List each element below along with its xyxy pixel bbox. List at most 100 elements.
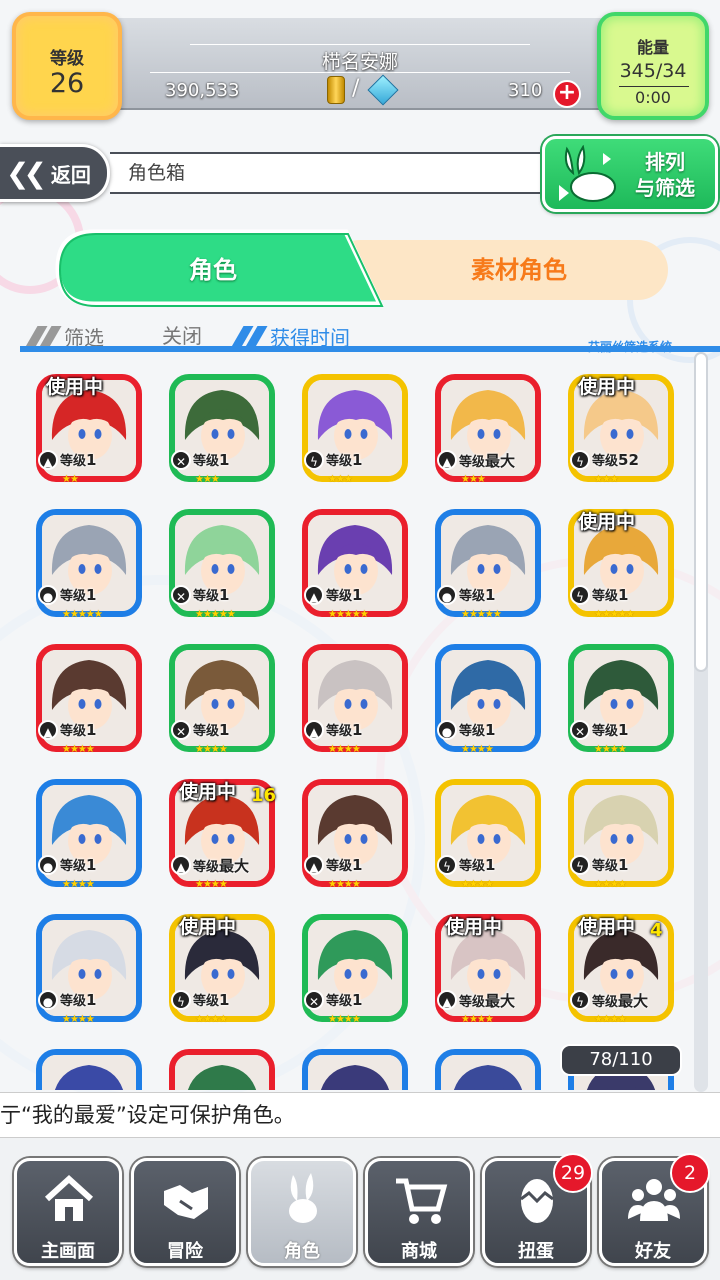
card-level: 等级最大	[592, 992, 649, 1010]
rarity-stars: ★★★★	[62, 744, 95, 755]
rarity-stars: ★★★★★	[328, 609, 369, 620]
character-card[interactable]: ● 等级1 ★★★★	[30, 775, 146, 895]
gem-count: 310	[508, 80, 543, 101]
character-card[interactable]: ϟ 等级1 ★★★★	[429, 775, 545, 895]
add-gems-button[interactable]: +	[553, 80, 581, 108]
character-card[interactable]: ▲ 等级最大 ★★★★ 使用中	[429, 910, 545, 1030]
nav-cart-button[interactable]: 商城	[365, 1158, 473, 1266]
water-element-icon: ●	[38, 990, 58, 1010]
fire-element-icon: ▲	[171, 855, 191, 875]
card-level: 等级1	[60, 856, 97, 874]
scroll-thumb[interactable]	[694, 352, 708, 672]
card-level: 等级1	[193, 991, 230, 1009]
sort-filter-button[interactable]: 排列 与筛选	[542, 136, 718, 212]
notification-badge: 2	[670, 1153, 710, 1193]
character-card[interactable]: ✕ 等级1 ★★★★★	[163, 505, 279, 625]
character-card[interactable]: ϟ 等级52 ★★★ 使用中	[562, 370, 678, 490]
sort-filter-label: 排列 与筛选	[617, 149, 713, 201]
card-level: 等级1	[459, 856, 496, 874]
character-card[interactable]: ● 等级1 ★★★★★	[429, 505, 545, 625]
character-card[interactable]: ✕ 等级1 ★★★★	[163, 640, 279, 760]
fire-element-icon: ▲	[437, 450, 457, 470]
character-card[interactable]	[30, 1045, 146, 1090]
thunder-element-icon: ϟ	[570, 585, 590, 605]
character-card[interactable]: ▲ 等级1 ★★★★	[296, 775, 412, 895]
rarity-stars: ★★★★	[328, 1014, 361, 1025]
water-element-icon: ●	[437, 585, 457, 605]
card-level: 等级最大	[193, 857, 250, 875]
rarity-stars: ★★★★	[461, 744, 494, 755]
character-card[interactable]: ▲ 等级最大 ★★★★ 使用中 16	[163, 775, 279, 895]
sort-filter-line1: 排列	[645, 150, 685, 174]
tab-characters[interactable]: 角色	[58, 240, 368, 300]
character-card[interactable]: ▲ 等级最大 ★★★	[429, 370, 545, 490]
card-level: 等级1	[193, 721, 230, 739]
card-frame	[302, 1049, 408, 1090]
card-badge-number: 16	[251, 785, 277, 806]
character-card[interactable]: ● 等级1 ★★★★	[30, 910, 146, 1030]
wind-element-icon: ✕	[171, 450, 191, 470]
card-frame	[435, 1049, 541, 1090]
breadcrumb: 角色箱	[110, 152, 556, 194]
player-name: 栉名安娜	[321, 51, 398, 73]
character-card[interactable]: ϟ 等级1 ★★★★★ 使用中	[562, 505, 678, 625]
character-card[interactable]: ✕ 等级1 ★★★★	[562, 640, 678, 760]
water-element-icon: ●	[437, 720, 457, 740]
character-card[interactable]: ϟ 等级1 ★★★★	[562, 775, 678, 895]
scrollbar[interactable]	[694, 352, 708, 1092]
nav-egg-button[interactable]: 扭蛋 29	[482, 1153, 593, 1266]
character-card[interactable]: ϟ 等级1 ★★★	[296, 370, 412, 490]
card-level: 等级1	[592, 856, 629, 874]
character-card[interactable]: ● 等级1 ★★★★★	[30, 505, 146, 625]
card-level: 等级1	[326, 991, 363, 1009]
tip-ticker: 亍“我的最爱”设定可保护角色。	[0, 1092, 720, 1138]
character-card[interactable]: ▲ 等级1 ★★★★	[296, 640, 412, 760]
character-card[interactable]: ▲ 等级1 ★★★★	[30, 640, 146, 760]
character-card[interactable]: ϟ 等级1 ★★★★ 使用中	[163, 910, 279, 1030]
card-level: 等级1	[326, 586, 363, 604]
character-card[interactable]: ✕ 等级1 ★★★	[163, 370, 279, 490]
bottom-navigation: 主画面 冒险 角色 商城 扭蛋 29 好友 2	[0, 1138, 720, 1280]
character-card[interactable]: ✕ 等级1 ★★★★	[296, 910, 412, 1030]
in-use-label: 使用中	[179, 781, 237, 803]
character-card[interactable]: ▲ 等级1 ★★ 使用中	[30, 370, 146, 490]
fire-element-icon: ▲	[304, 720, 324, 740]
character-card[interactable]	[429, 1045, 545, 1090]
nav-friends-button[interactable]: 好友 2	[599, 1153, 710, 1266]
back-button[interactable]: ❮❮ 返回	[0, 144, 110, 202]
divider	[619, 86, 689, 87]
rarity-stars: ★★★★★	[461, 609, 502, 620]
character-card[interactable]	[296, 1045, 412, 1090]
rarity-stars: ★★★	[195, 474, 220, 485]
player-level-box: 等级 26	[12, 12, 122, 120]
card-frame	[169, 1049, 275, 1090]
card-level: 等级1	[326, 451, 363, 469]
character-grid: ▲ 等级1 ★★ 使用中 ✕ 等级1 ★★★ ϟ 等级1 ★★★ ▲ 等级最大 ★★★ ϟ 等级52 ★★★ 使…	[30, 370, 690, 1090]
thunder-element-icon: ϟ	[570, 450, 590, 470]
rarity-stars: ★★★★	[62, 879, 95, 890]
card-level: 等级1	[60, 586, 97, 604]
home-icon	[44, 1174, 94, 1221]
character-card[interactable]: ▲ 等级1 ★★★★★	[296, 505, 412, 625]
rarity-stars: ★★★	[461, 474, 486, 485]
nav-handshake-button[interactable]: 冒险	[131, 1158, 239, 1266]
energy-box[interactable]: 能量 345/34 0:00	[597, 12, 709, 120]
nav-rabbit-button[interactable]: 角色	[248, 1158, 356, 1266]
card-level: 等级1	[193, 451, 230, 469]
character-portrait	[42, 1055, 136, 1090]
rarity-stars: ★★★★	[461, 1014, 494, 1025]
card-level: 等级1	[459, 721, 496, 739]
character-card[interactable]: ● 等级1 ★★★★	[429, 640, 545, 760]
nav-home-button[interactable]: 主画面	[14, 1158, 122, 1266]
card-level: 等级1	[326, 856, 363, 874]
divider	[190, 44, 530, 45]
fire-element-icon: ▲	[304, 855, 324, 875]
in-use-label: 使用中	[46, 376, 104, 398]
character-card[interactable]: ϟ 等级最大 ★★★★ 使用中 4	[562, 910, 678, 1030]
character-card[interactable]	[163, 1045, 279, 1090]
wind-element-icon: ✕	[570, 720, 590, 740]
filter-state[interactable]: 关闭	[162, 320, 202, 349]
card-level: 等级1	[459, 586, 496, 604]
rabbit-icon	[289, 1173, 317, 1223]
water-element-icon: ●	[38, 585, 58, 605]
